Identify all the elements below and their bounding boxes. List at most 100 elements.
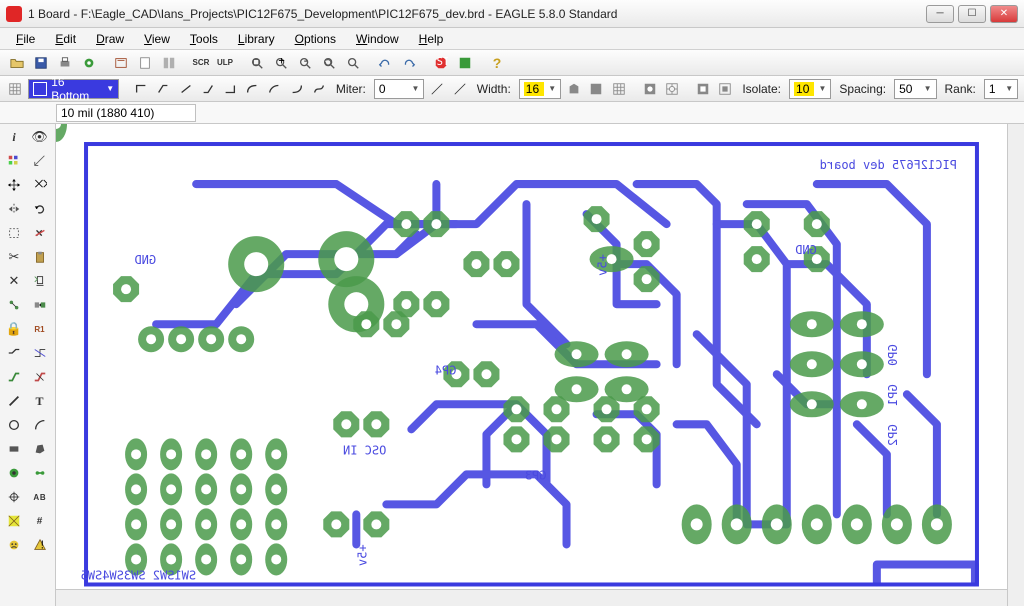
rotate-tool[interactable]	[28, 198, 52, 220]
print-button[interactable]	[54, 53, 76, 73]
ripup-tool[interactable]	[28, 366, 52, 388]
orphan-2-button[interactable]	[716, 79, 734, 99]
attribute-tool[interactable]: A B	[28, 486, 52, 508]
errors-tool[interactable]: !	[28, 534, 52, 556]
menu-options[interactable]: Options	[287, 30, 344, 48]
bend-7-button[interactable]	[287, 79, 305, 99]
mirror-tool[interactable]	[2, 198, 26, 220]
bend-3-button[interactable]	[199, 79, 217, 99]
delete-tool[interactable]: ✕	[2, 270, 26, 292]
h-scrollbar[interactable]	[56, 589, 1007, 606]
optimize-tool[interactable]	[28, 342, 52, 364]
split-tool[interactable]	[2, 342, 26, 364]
rect-tool[interactable]	[2, 438, 26, 460]
pour-solid-button[interactable]	[565, 79, 583, 99]
close-button[interactable]: ✕	[990, 5, 1018, 23]
miter-style-1[interactable]	[428, 79, 446, 99]
stop-button[interactable]: STOP	[430, 53, 452, 73]
silk-gnd1: GND	[134, 253, 156, 267]
lock-tool[interactable]: 🔒	[2, 318, 26, 340]
change-tool[interactable]	[28, 222, 52, 244]
pour-crosshatch-button[interactable]	[610, 79, 628, 99]
undo-button[interactable]	[374, 53, 396, 73]
menu-view[interactable]: View	[136, 30, 178, 48]
circle-tool[interactable]	[2, 414, 26, 436]
via-tool[interactable]	[2, 462, 26, 484]
replace-tool[interactable]	[28, 294, 52, 316]
go-button[interactable]	[454, 53, 476, 73]
bend-2-button[interactable]	[176, 79, 194, 99]
miter-style-2[interactable]	[451, 79, 469, 99]
thermal-2-button[interactable]	[663, 79, 681, 99]
hole-tool[interactable]	[2, 486, 26, 508]
rank-select[interactable]: 1▼	[984, 79, 1018, 99]
auto-tool[interactable]: #	[28, 510, 52, 532]
width-select[interactable]: 16▼	[519, 79, 561, 99]
bend-1-button[interactable]	[154, 79, 172, 99]
bend-5-button[interactable]	[243, 79, 261, 99]
open-button[interactable]	[6, 53, 28, 73]
redo-button[interactable]	[398, 53, 420, 73]
wire-tool[interactable]	[2, 390, 26, 412]
board-canvas[interactable]: PIC12F675 dev board GND GND +5v +5v GP0 …	[56, 124, 1007, 606]
miter-select[interactable]: 0▼	[374, 79, 424, 99]
text-tool[interactable]: T	[28, 390, 52, 412]
help-button[interactable]: ?	[486, 53, 508, 73]
signal-tool[interactable]	[28, 462, 52, 484]
route-tool[interactable]	[2, 366, 26, 388]
grid-button[interactable]	[6, 79, 24, 99]
info-tool[interactable]: i	[2, 126, 26, 148]
menu-tools[interactable]: Tools	[182, 30, 226, 48]
sheet-button[interactable]	[134, 53, 156, 73]
cut-tool[interactable]: ✂	[2, 246, 26, 268]
ratsnest-tool[interactable]	[2, 510, 26, 532]
paste-tool[interactable]	[28, 246, 52, 268]
silk-gp1: GP1	[886, 384, 900, 406]
move-tool[interactable]	[2, 174, 26, 196]
zoom-out-button[interactable]: -	[294, 53, 316, 73]
menu-draw[interactable]: Draw	[88, 30, 132, 48]
bend-6-button[interactable]	[265, 79, 283, 99]
menu-library[interactable]: Library	[230, 30, 283, 48]
zoom-select-button[interactable]	[342, 53, 364, 73]
menu-edit[interactable]: Edit	[47, 30, 84, 48]
menu-help[interactable]: Help	[411, 30, 452, 48]
schematic-button[interactable]	[110, 53, 132, 73]
bend-4-button[interactable]	[221, 79, 239, 99]
mark-tool[interactable]	[28, 150, 52, 172]
group-tool[interactable]	[2, 222, 26, 244]
v-scrollbar[interactable]	[1007, 124, 1024, 606]
arc-tool[interactable]	[28, 414, 52, 436]
layer-select[interactable]: 16 Bottom ▼	[28, 79, 119, 99]
bend-8-button[interactable]	[310, 79, 328, 99]
pour-hatch-button[interactable]	[587, 79, 605, 99]
isolate-select[interactable]: 10▼	[789, 79, 831, 99]
cam-button[interactable]	[78, 53, 100, 73]
pinswap-tool[interactable]	[2, 294, 26, 316]
coords-text: 10 mil (1880 410)	[61, 106, 154, 120]
maximize-button[interactable]: ☐	[958, 5, 986, 23]
minimize-button[interactable]: ─	[926, 5, 954, 23]
zoom-in-button[interactable]: +	[270, 53, 292, 73]
polygon-tool[interactable]	[28, 438, 52, 460]
ulp-button[interactable]: ULP	[214, 53, 236, 73]
add-tool[interactable]	[28, 270, 52, 292]
display-tool[interactable]	[2, 150, 26, 172]
svg-text:STOP: STOP	[437, 56, 448, 68]
menu-file[interactable]: File	[8, 30, 43, 48]
show-tool[interactable]: 👁	[28, 126, 52, 148]
menu-window[interactable]: Window	[348, 30, 407, 48]
zoom-fit-button[interactable]	[246, 53, 268, 73]
redraw-button[interactable]	[318, 53, 340, 73]
script-button[interactable]: SCR	[190, 53, 212, 73]
smash-tool[interactable]: R1	[28, 318, 52, 340]
save-button[interactable]	[30, 53, 52, 73]
erc-tool[interactable]	[2, 534, 26, 556]
copy-tool[interactable]: ⨉⨉	[28, 174, 52, 196]
orphan-1-button[interactable]	[694, 79, 712, 99]
thermal-1-button[interactable]	[641, 79, 659, 99]
miter-value: 0	[379, 82, 408, 96]
library-button[interactable]	[158, 53, 180, 73]
spacing-select[interactable]: 50▼	[894, 79, 936, 99]
bend-0-button[interactable]	[132, 79, 150, 99]
